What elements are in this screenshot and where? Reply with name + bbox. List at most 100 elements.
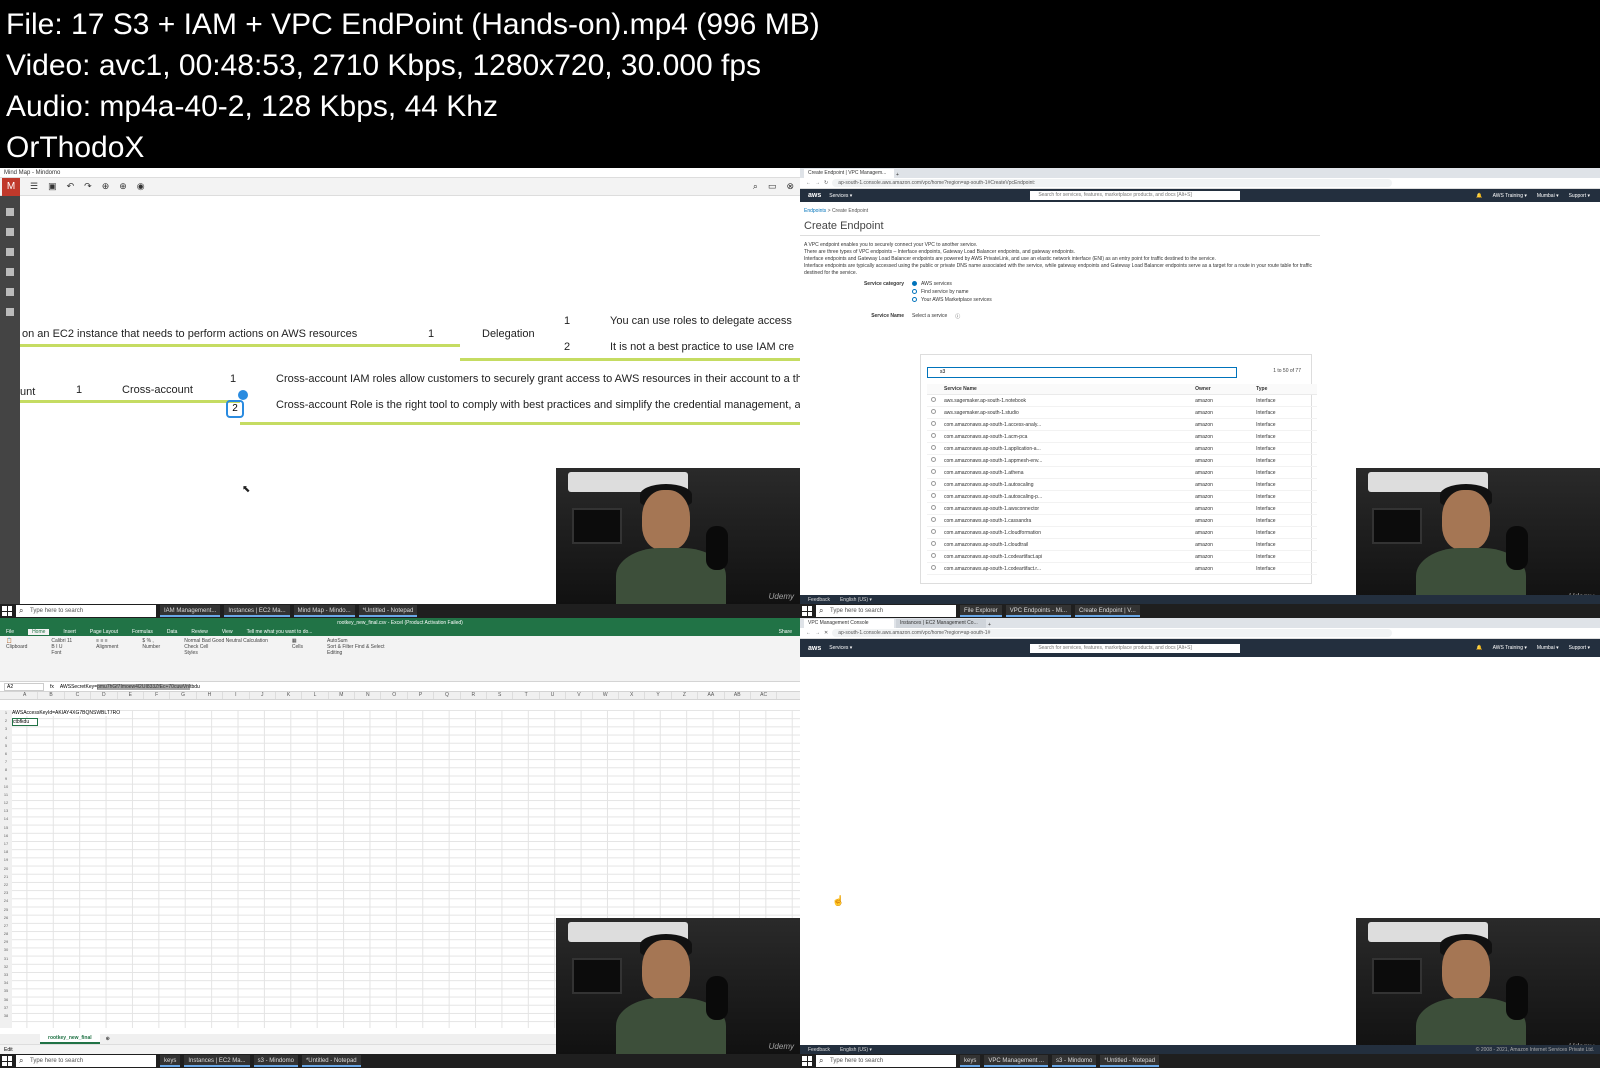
row-radio[interactable] (927, 490, 940, 503)
row-header[interactable]: 36 (0, 997, 12, 1005)
service-row[interactable]: com.amazonaws.ap-south-1.acm-pca amazon In… (927, 430, 1317, 443)
windows-start-icon[interactable] (802, 1056, 812, 1066)
row-header[interactable]: 19 (0, 857, 12, 865)
style-calculation[interactable]: Calculation (243, 638, 268, 644)
new-tab-icon[interactable]: + (988, 622, 991, 628)
row-radio[interactable] (927, 466, 940, 479)
taskbar-item[interactable]: *Untitled - Notepad (301, 1055, 361, 1067)
account-menu[interactable]: AWS Training ▾ (1493, 645, 1527, 651)
service-row[interactable]: com.amazonaws.ap-south-1.autoscaling amaz… (927, 478, 1317, 491)
row-header[interactable]: 31 (0, 956, 12, 964)
row-header[interactable]: 12 (0, 800, 12, 808)
region-menu[interactable]: Mumbai ▾ (1537, 645, 1559, 651)
emoji-icon[interactable] (6, 268, 14, 276)
service-row[interactable]: com.amazonaws.ap-south-1.athena amazon Int… (927, 466, 1317, 479)
bell-icon[interactable]: 🔔 (1476, 645, 1482, 651)
row-header[interactable]: 4 (0, 735, 12, 743)
row-header[interactable]: 27 (0, 923, 12, 931)
back-icon[interactable]: ← (806, 630, 811, 636)
topic-cross-account[interactable]: Cross-account (122, 384, 193, 396)
row-header[interactable]: 21 (0, 874, 12, 882)
forward-icon[interactable]: → (815, 180, 820, 186)
style-neutral[interactable]: Neutral (226, 638, 242, 644)
column-header[interactable]: AA (698, 692, 725, 699)
column-header[interactable]: Y (645, 692, 672, 699)
row-radio[interactable] (927, 430, 940, 443)
bell-icon[interactable]: 🔔 (1476, 193, 1482, 199)
row-radio[interactable] (927, 550, 940, 563)
column-header[interactable]: M (329, 692, 356, 699)
info-icon[interactable]: ⓘ (955, 313, 960, 320)
ribbon-tab[interactable]: Formulas (132, 629, 153, 635)
row-header[interactable]: 3 (0, 726, 12, 734)
row-header[interactable]: 6 (0, 751, 12, 759)
column-header[interactable]: J (250, 692, 276, 699)
row-radio[interactable] (927, 394, 940, 407)
settings-icon[interactable]: ◉ (137, 181, 145, 192)
row-header[interactable]: 11 (0, 792, 12, 800)
row-header[interactable]: 28 (0, 931, 12, 939)
topic-account[interactable]: unt (20, 386, 35, 398)
row-radio[interactable] (927, 538, 940, 551)
add-topic-icon[interactable]: ⊕ (102, 181, 110, 192)
video-icon[interactable] (6, 288, 14, 296)
ribbon-tab[interactable]: Home (28, 629, 50, 635)
row-radio[interactable] (927, 406, 940, 419)
column-header[interactable]: O (381, 692, 408, 699)
share-button[interactable]: Share (779, 629, 792, 635)
ribbon-tab[interactable]: Insert (63, 629, 76, 635)
service-row[interactable]: com.amazonaws.ap-south-1.awsconnector ama… (927, 502, 1317, 515)
topic-delegate-access[interactable]: You can use roles to delegate access (610, 315, 792, 327)
row-header[interactable]: 32 (0, 964, 12, 972)
service-row[interactable]: aws.sagemaker.ap-south-1.studio amazon Int… (927, 406, 1317, 419)
ribbon-tab[interactable]: Data (167, 629, 178, 635)
support-menu[interactable]: Support ▾ (1569, 193, 1590, 199)
url-field[interactable]: ap-south-1.console.aws.amazon.com/vpc/ho… (832, 629, 1393, 637)
services-menu[interactable]: Services ▾ (829, 193, 852, 199)
url-field[interactable]: ap-south-1.console.aws.amazon.com/vpc/ho… (832, 179, 1393, 187)
taskbar-item[interactable]: VPC Endpoints - Mi... (1005, 605, 1072, 617)
language-menu[interactable]: English (US) ▾ (840, 1047, 872, 1053)
row-header[interactable]: 5 (0, 743, 12, 751)
service-row[interactable]: com.amazonaws.ap-south-1.appmesh-env... a… (927, 454, 1317, 467)
windows-start-icon[interactable] (2, 606, 12, 616)
column-header[interactable]: C (65, 692, 92, 699)
taskbar-item[interactable]: *Untitled - Notepad (358, 605, 418, 617)
column-header[interactable]: Z (672, 692, 699, 699)
column-header[interactable]: T (513, 692, 540, 699)
row-radio[interactable] (927, 418, 940, 431)
column-header[interactable]: P (408, 692, 435, 699)
account-menu[interactable]: AWS Training ▾ (1493, 193, 1527, 199)
radio-find-by-name[interactable]: Find service by name (912, 289, 992, 295)
row-header[interactable]: 22 (0, 882, 12, 890)
row-radio[interactable] (927, 514, 940, 527)
column-header[interactable]: R (461, 692, 488, 699)
column-header[interactable]: A (12, 692, 39, 699)
radio-aws-services[interactable]: AWS services (912, 281, 992, 287)
windows-start-icon[interactable] (2, 1056, 12, 1066)
browser-tab[interactable]: VPC Management Console (804, 619, 894, 628)
row-header[interactable]: 10 (0, 784, 12, 792)
row-header[interactable]: 2 (0, 718, 12, 726)
taskbar-item[interactable]: VPC Management ... (984, 1055, 1049, 1067)
region-menu[interactable]: Mumbai ▾ (1537, 193, 1559, 199)
taskbar-item[interactable]: s3 - Mindomo (1052, 1055, 1097, 1067)
row-header[interactable]: 17 (0, 841, 12, 849)
ribbon-tab[interactable]: File (6, 629, 14, 635)
taskbar-search[interactable]: Type here to search (16, 1055, 156, 1067)
topic-delegation[interactable]: Delegation (482, 328, 535, 340)
column-header[interactable]: E (118, 692, 144, 699)
column-header[interactable]: AC (751, 692, 778, 699)
row-header[interactable]: 18 (0, 849, 12, 857)
column-header[interactable]: B (38, 692, 65, 699)
taskbar-item[interactable]: Mind Map - Mindo... (293, 605, 355, 617)
column-header[interactable]: G (170, 692, 197, 699)
ribbon-tab[interactable]: Review (191, 629, 207, 635)
row-radio[interactable] (927, 442, 940, 455)
row-header[interactable]: 30 (0, 947, 12, 955)
add-sheet-icon[interactable]: ⊕ (106, 1036, 110, 1042)
column-header[interactable]: W (593, 692, 619, 699)
row-header[interactable]: 35 (0, 988, 12, 996)
undo-icon[interactable]: ↶ (67, 181, 75, 192)
taskbar-item[interactable]: Instances | EC2 Ma... (184, 1055, 250, 1067)
